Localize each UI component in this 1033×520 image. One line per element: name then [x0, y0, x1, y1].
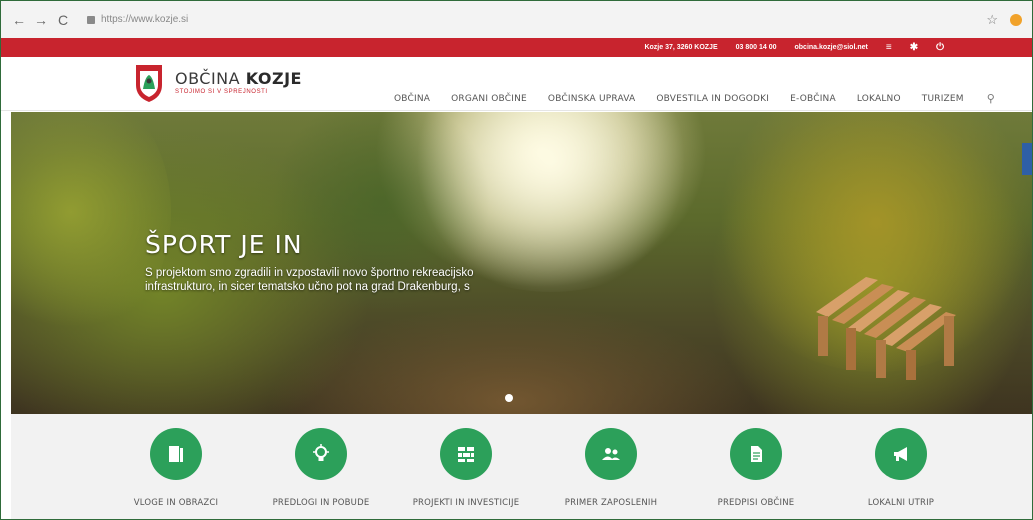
quick-link-utrip[interactable]: LOKALNI UTRIP	[841, 428, 961, 508]
quick-link-vloge[interactable]: VLOGE IN OBRAZCI	[116, 428, 236, 508]
nav-item-obcina[interactable]: OBČINA	[394, 94, 430, 104]
site-header: OBČINA KOZJE STOJIMO SI V SPREJNOSTI OBČ…	[1, 57, 1032, 111]
site-title: OBČINA KOZJE	[175, 69, 302, 88]
quick-link-projekti[interactable]: PROJEKTI IN INVESTICIJE	[406, 428, 526, 508]
lock-icon	[87, 15, 95, 24]
coat-of-arms-logo[interactable]	[134, 63, 164, 103]
bookmark-star-icon[interactable]: ☆	[986, 12, 998, 28]
email-link[interactable]: obcina.kozje@siol.net	[795, 44, 868, 51]
quick-link-label: PREDPISI OBČINE	[717, 498, 795, 508]
site-title-prefix: OBČINA	[175, 69, 241, 88]
megaphone-icon	[875, 428, 927, 480]
hero-slider[interactable]: ŠPORT JE IN S projektom smo zgradili in …	[11, 112, 1032, 414]
site-brand[interactable]: OBČINA KOZJE STOJIMO SI V SPREJNOSTI	[175, 69, 302, 95]
quick-link-predpisi[interactable]: PREDPISI OBČINE	[696, 428, 816, 508]
nav-item-obcinska-uprava[interactable]: OBČINSKA UPRAVA	[548, 94, 635, 104]
quick-link-label: VLOGE IN OBRAZCI	[133, 498, 219, 508]
quick-link-predlogi[interactable]: PREDLOGI IN POBUDE	[261, 428, 381, 508]
hero-text: S projektom smo zgradili in vzpostavili …	[145, 267, 474, 293]
bricks-icon	[440, 428, 492, 480]
foliage-left	[11, 112, 171, 342]
document-icon	[150, 428, 202, 480]
phone-link[interactable]: 03 800 14 00	[736, 44, 777, 51]
address-text: Kozje 37, 3260 KOZJE	[644, 44, 718, 51]
side-tab[interactable]	[1022, 143, 1032, 175]
nav-item-turizem[interactable]: TURIZEM	[922, 94, 964, 104]
browser-window: ← → C https://www.kozje.si ☆ Kozje 37, 3…	[0, 0, 1033, 520]
nav-item-lokalno[interactable]: LOKALNO	[857, 94, 901, 104]
url-text: https://www.kozje.si	[101, 14, 189, 25]
lightbulb-icon	[295, 428, 347, 480]
bench-image	[816, 277, 956, 380]
back-button[interactable]: ←	[11, 12, 27, 28]
menu-icon[interactable]: ≡	[886, 42, 892, 53]
nav-item-organi-obcine[interactable]: ORGANI OBČINE	[451, 94, 527, 104]
quick-link-label: PREDLOGI IN POBUDE	[272, 498, 370, 508]
forward-button[interactable]: →	[33, 12, 49, 28]
main-navigation: OBČINA ORGANI OBČINE OBČINSKA UPRAVA OBV…	[394, 92, 995, 105]
quick-link-zaposleni[interactable]: PRIMER ZAPOSLENIH	[551, 428, 671, 508]
quick-link-label: PROJEKTI IN INVESTICIJE	[412, 498, 520, 508]
quick-links: VLOGE IN OBRAZCI PREDLOGI IN POBUDE PROJ…	[11, 414, 1032, 519]
nav-item-obvestila[interactable]: OBVESTILA IN DOGODKI	[656, 94, 769, 104]
address-bar[interactable]: https://www.kozje.si	[87, 14, 188, 25]
extension-icon[interactable]	[1010, 13, 1022, 26]
site-title-bold: KOZJE	[245, 69, 302, 88]
file-icon	[730, 428, 782, 480]
nav-item-e-obcina[interactable]: E-OBČINA	[790, 94, 836, 104]
quick-link-label: PRIMER ZAPOSLENIH	[564, 498, 658, 508]
top-info-bar: Kozje 37, 3260 KOZJE 03 800 14 00 obcina…	[1, 38, 1032, 57]
site-tagline: STOJIMO SI V SPREJNOSTI	[175, 89, 268, 95]
settings-icon[interactable]: ✱	[910, 42, 918, 53]
people-icon	[585, 428, 637, 480]
search-icon[interactable]: ⚲	[987, 92, 995, 105]
slider-dot-active[interactable]	[505, 394, 513, 402]
power-icon[interactable]: ⏻	[936, 42, 944, 53]
browser-toolbar: ← → C https://www.kozje.si ☆	[1, 1, 1032, 38]
hero-title: ŠPORT JE IN	[145, 230, 303, 259]
reload-button[interactable]: C	[55, 12, 71, 28]
quick-link-label: LOKALNI UTRIP	[867, 498, 935, 508]
